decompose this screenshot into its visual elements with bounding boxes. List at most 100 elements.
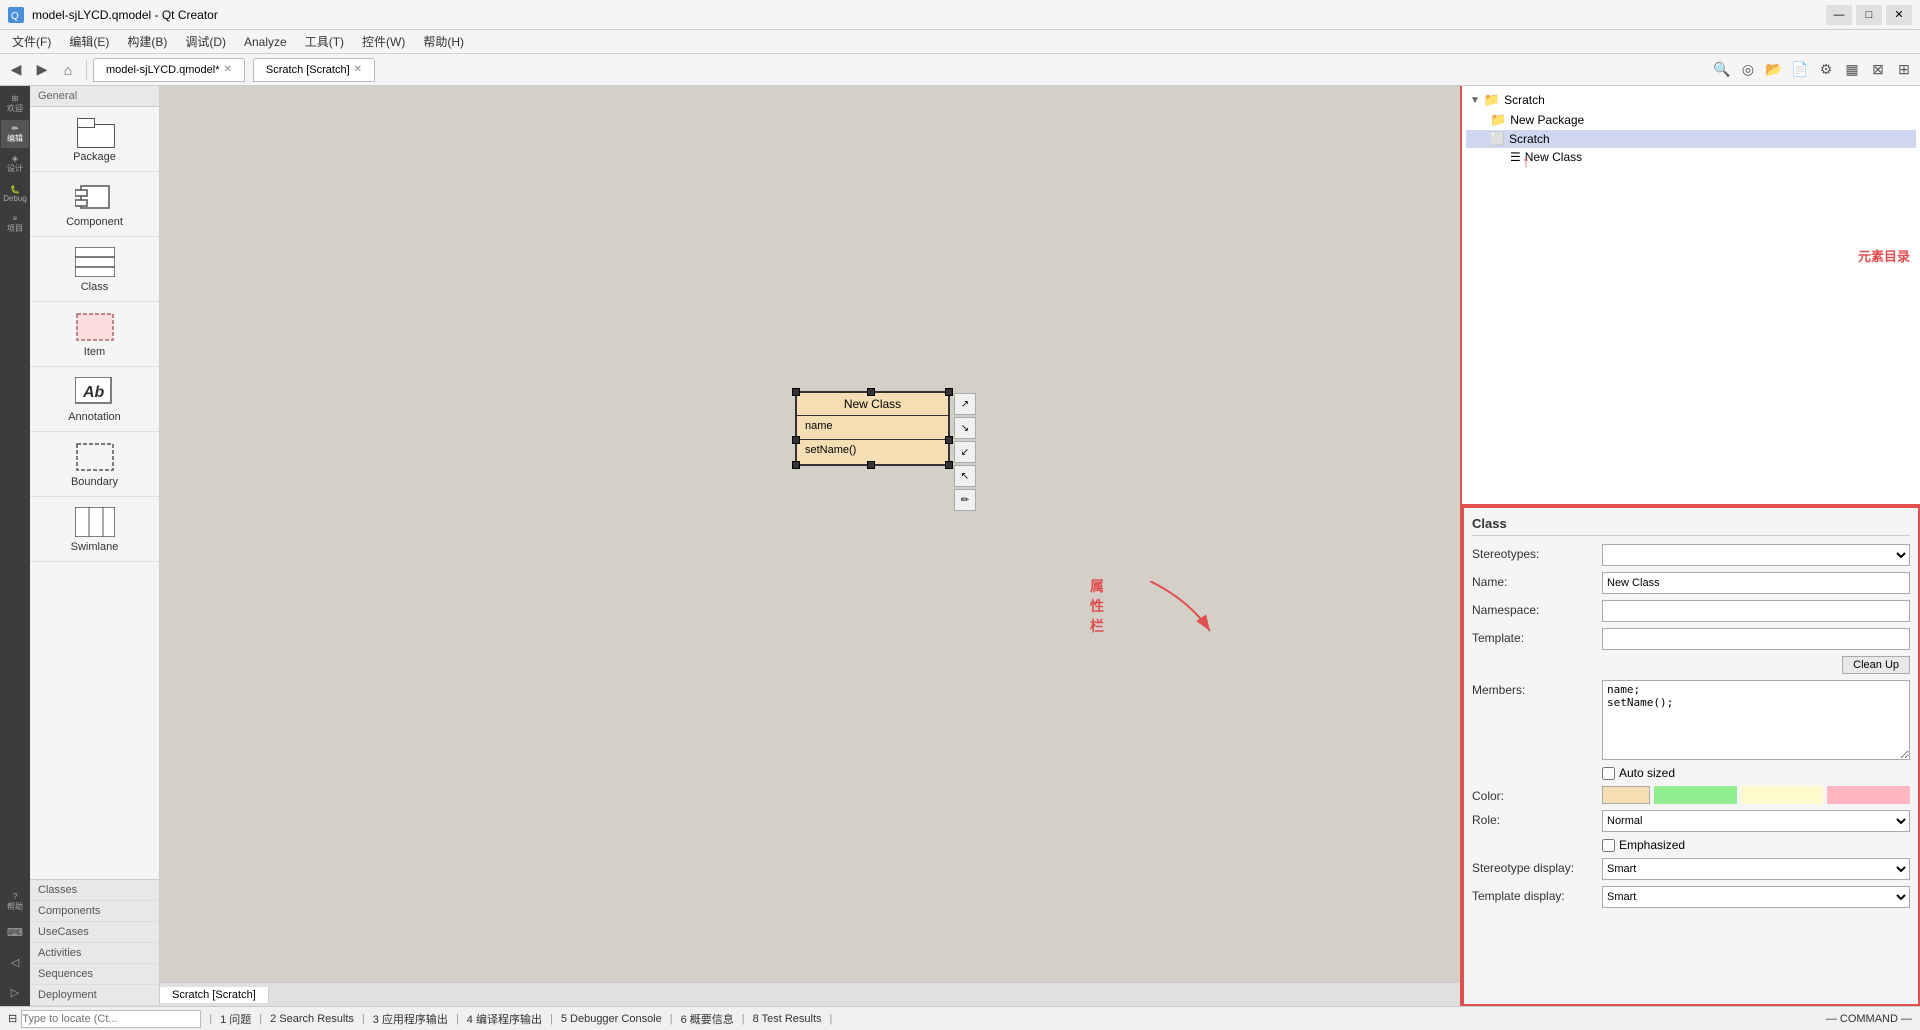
palette-class[interactable]: Class (30, 237, 159, 302)
status-search[interactable]: 2 Search Results (270, 1013, 354, 1025)
model-tab-close[interactable]: ✕ (224, 64, 232, 75)
template-display-label: Template display: (1472, 886, 1602, 903)
mode-projects[interactable]: ≡项目 (1, 210, 29, 238)
palette-annotation[interactable]: Ab Annotation (30, 367, 159, 432)
palette-tab-deployment[interactable]: Deployment (30, 985, 159, 1006)
open-file-icon[interactable]: 📂 (1762, 58, 1786, 82)
uml-tb-add-method[interactable]: ↘ (954, 417, 976, 439)
status-test[interactable]: 8 Test Results (753, 1013, 822, 1025)
model-tree[interactable]: 元素目录 ▼ 📁 Scratch 📁 New Package ↑ ⬜ Scrat… (1462, 86, 1920, 506)
tree-item-new-package[interactable]: 📁 New Package (1466, 110, 1916, 130)
color-picker-row (1602, 786, 1910, 804)
uml-tb-add-attr[interactable]: ↗ (954, 393, 976, 415)
auto-sized-checkbox[interactable] (1602, 767, 1615, 780)
palette-boundary-label: Boundary (71, 476, 118, 488)
color-swatch[interactable] (1602, 786, 1650, 804)
scratch-tab-close[interactable]: ✕ (354, 64, 362, 75)
minimize-button[interactable]: — (1826, 5, 1852, 25)
menu-build[interactable]: 构建(B) (119, 31, 175, 52)
home-button[interactable]: ⌂ (56, 58, 80, 82)
handle-bl[interactable] (792, 461, 800, 469)
color-strip-green[interactable] (1654, 786, 1737, 804)
uml-class-toolbar: ↗ ↘ ↙ ↖ ✏ (954, 393, 976, 511)
maximize-button[interactable]: □ (1856, 5, 1882, 25)
tree-item-scratch-root[interactable]: ▼ 📁 Scratch (1466, 90, 1916, 110)
emphasized-checkbox[interactable] (1602, 839, 1615, 852)
color-strip-yellow[interactable] (1741, 786, 1824, 804)
forward-button[interactable]: ▶ (30, 58, 54, 82)
model-tab[interactable]: model-sjLYCD.qmodel* ✕ (93, 58, 245, 82)
mode-help[interactable]: ?帮助 (1, 888, 29, 916)
bottom-mode-2[interactable]: ◁ (1, 948, 29, 976)
uml-tb-assoc[interactable]: ↖ (954, 465, 976, 487)
palette-boundary[interactable]: Boundary (30, 432, 159, 497)
bottom-mode-1[interactable]: ⌨ (1, 918, 29, 946)
palette-tab-sequences[interactable]: Sequences (30, 964, 159, 985)
template-input[interactable] (1602, 628, 1910, 650)
stereotype-display-select[interactable]: Smart (1602, 858, 1910, 880)
mode-edit[interactable]: ✏编辑 (1, 120, 29, 148)
menu-tools[interactable]: 工具(T) (297, 31, 352, 52)
bottom-mode-3[interactable]: ▷ (1, 978, 29, 1006)
cleanup-button[interactable]: Clean Up (1842, 656, 1910, 674)
menu-analyze[interactable]: Analyze (236, 33, 295, 51)
locate-input[interactable] (21, 1010, 201, 1028)
handle-br[interactable] (945, 461, 953, 469)
locate-icon[interactable]: ◎ (1736, 58, 1760, 82)
palette-tab-components[interactable]: Components (30, 901, 159, 922)
name-input[interactable] (1602, 572, 1910, 594)
back-button[interactable]: ◀ (4, 58, 28, 82)
canvas[interactable]: New Class name setName() ↗ ↘ ↙ ↖ ✏ (160, 86, 1460, 1006)
status-app-output[interactable]: 3 应用程序输出 (373, 1011, 448, 1027)
role-select[interactable]: Normal (1602, 810, 1910, 832)
menu-file[interactable]: 文件(F) (4, 31, 59, 52)
mode-design[interactable]: ◈设计 (1, 150, 29, 178)
tree-item-scratch-node[interactable]: ⬜ Scratch (1466, 130, 1916, 148)
palette-tab-usecases[interactable]: UseCases (30, 922, 159, 943)
mode-debug[interactable]: 🐛Debug (1, 180, 29, 208)
handle-mr[interactable] (945, 436, 953, 444)
svg-text:Q: Q (11, 11, 19, 22)
palette-swimlane[interactable]: Swimlane (30, 497, 159, 562)
canvas-tab-scratch[interactable]: Scratch [Scratch] (160, 987, 269, 1003)
menu-help[interactable]: 帮助(H) (415, 31, 472, 52)
tree-item-new-class[interactable]: ☰ New Class (1466, 148, 1916, 166)
canvas-area[interactable]: New Class name setName() ↗ ↘ ↙ ↖ ✏ (160, 86, 1460, 1006)
handle-bm[interactable] (867, 461, 875, 469)
status-debugger[interactable]: 5 Debugger Console (561, 1013, 662, 1025)
close-pane-icon[interactable]: ⊠ (1866, 58, 1890, 82)
palette-component[interactable]: Component (30, 172, 159, 237)
stereotypes-select[interactable] (1602, 544, 1910, 566)
palette-package[interactable]: Package (30, 107, 159, 172)
palette-bottom-tabs: Classes Components UseCases Activities S… (30, 879, 159, 1006)
close-button[interactable]: ✕ (1886, 5, 1912, 25)
handle-tm[interactable] (867, 388, 875, 396)
palette-tab-classes[interactable]: Classes (30, 880, 159, 901)
namespace-input[interactable] (1602, 600, 1910, 622)
menu-debug[interactable]: 调试(D) (177, 31, 234, 52)
mode-welcome[interactable]: ⊞欢迎 (1, 90, 29, 118)
palette-item[interactable]: Item (30, 302, 159, 367)
split-icon[interactable]: ⊞ (1892, 58, 1916, 82)
handle-ml[interactable] (792, 436, 800, 444)
scratch-tab[interactable]: Scratch [Scratch] ✕ (253, 58, 375, 82)
menu-control[interactable]: 控件(W) (354, 31, 413, 52)
status-general[interactable]: 6 概要信息 (681, 1011, 734, 1027)
status-compile[interactable]: 4 编译程序输出 (467, 1011, 542, 1027)
menu-edit[interactable]: 编辑(E) (61, 31, 117, 52)
palette-tab-activities[interactable]: Activities (30, 943, 159, 964)
uml-tb-more[interactable]: ✏ (954, 489, 976, 511)
color-strip-pink[interactable] (1827, 786, 1910, 804)
uml-tb-inherit[interactable]: ↙ (954, 441, 976, 463)
search-icon[interactable]: 🔍 (1710, 58, 1734, 82)
handle-tl[interactable] (792, 388, 800, 396)
uml-class-box[interactable]: New Class name setName() ↗ ↘ ↙ ↖ ✏ (795, 391, 950, 466)
template-display-select[interactable]: Smart (1602, 886, 1910, 908)
settings-icon[interactable]: ⚙ (1814, 58, 1838, 82)
new-icon[interactable]: 📄 (1788, 58, 1812, 82)
layout-icon[interactable]: ▦ (1840, 58, 1864, 82)
properties-title: Class (1472, 516, 1910, 536)
members-textarea[interactable]: name; setName(); (1602, 680, 1910, 760)
handle-tr[interactable] (945, 388, 953, 396)
status-problems[interactable]: 1 问题 (220, 1011, 251, 1027)
